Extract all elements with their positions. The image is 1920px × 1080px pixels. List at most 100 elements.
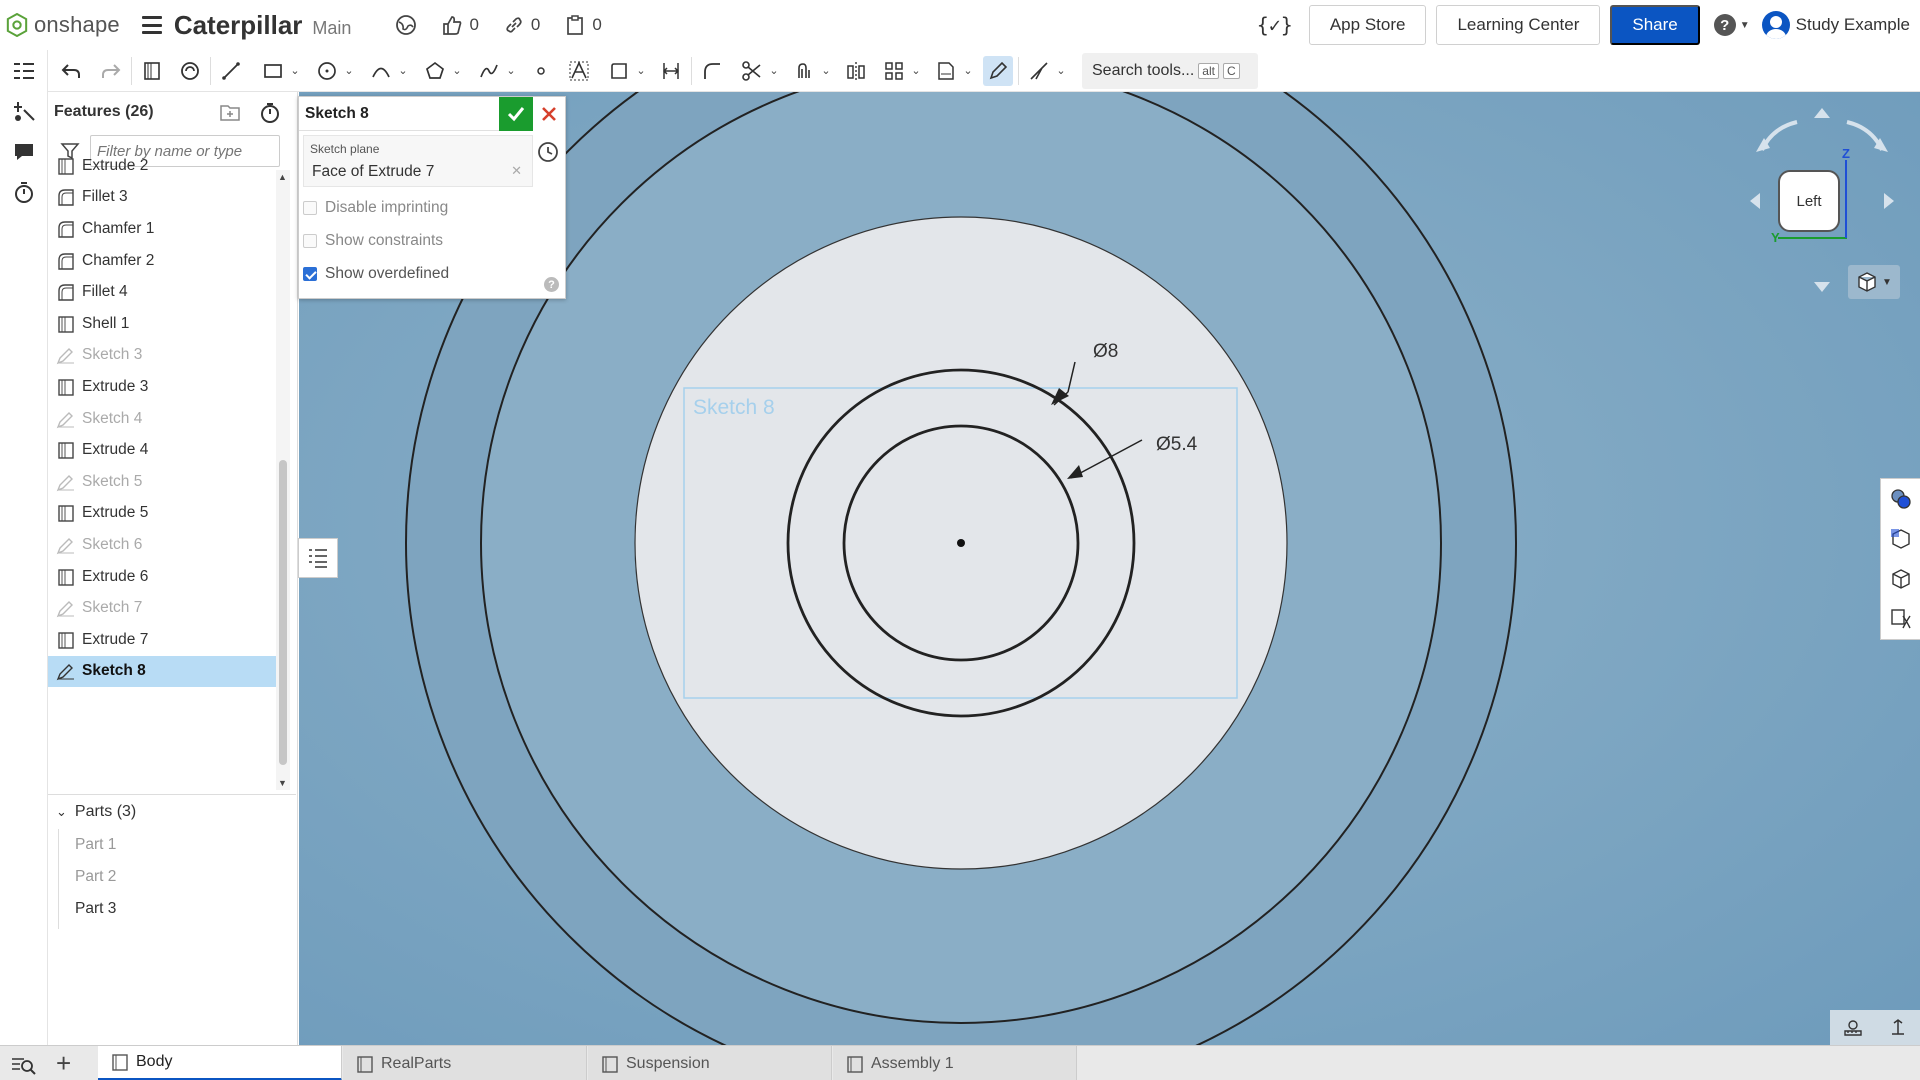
feature-item[interactable]: Sketch 6 (48, 529, 276, 561)
feature-item[interactable]: Sketch 4 (48, 403, 276, 435)
arc-tool-button[interactable] (366, 56, 396, 86)
line-tool-button[interactable] (216, 56, 246, 86)
user-menu[interactable]: Study Example (1761, 11, 1910, 39)
feature-item[interactable]: Extrude 2 (48, 150, 276, 182)
view-up-arrow-icon[interactable] (1814, 108, 1830, 118)
feature-list-toggle[interactable] (10, 58, 38, 86)
circle-dropdown-chevron-down-icon[interactable]: ⌄ (342, 64, 356, 77)
feature-item[interactable]: Extrude 6 (48, 561, 276, 593)
arc-dropdown-chevron-down-icon[interactable]: ⌄ (396, 64, 410, 77)
variables-panel-button[interactable] (1881, 599, 1920, 639)
constraints-tool-button[interactable] (1024, 56, 1054, 86)
part-item[interactable]: Part 1 (48, 829, 296, 861)
tab-body[interactable]: Body (98, 1046, 342, 1080)
polygon-tool-button[interactable] (420, 56, 450, 86)
search-tools-input[interactable]: Search tools... alt C (1082, 52, 1258, 89)
show-overdefined-checkbox[interactable] (303, 266, 317, 281)
onshape-logo[interactable]: onshape (6, 12, 120, 38)
trim-dropdown-chevron-down-icon[interactable]: ⌄ (767, 64, 781, 77)
sketch-plane-field[interactable]: Sketch plane Face of Extrude 7 ✕ (303, 135, 533, 187)
accept-button[interactable] (499, 97, 533, 131)
scroll-down-arrow-icon[interactable]: ▼ (278, 778, 287, 788)
disable-imprinting-checkbox[interactable] (303, 200, 317, 215)
clear-selection-close-icon[interactable]: ✕ (511, 163, 522, 179)
like-button[interactable]: 0 (441, 14, 479, 36)
dimension-tool-button[interactable] (656, 56, 686, 86)
feature-item[interactable]: Sketch 5 (48, 466, 276, 498)
offset-dropdown-chevron-down-icon[interactable]: ⌄ (819, 64, 833, 77)
history-toggle[interactable] (10, 178, 38, 206)
show-overdefined-option[interactable]: Show overdefined (299, 257, 565, 290)
construction-dropdown-chevron-down-icon[interactable]: ⌄ (634, 64, 648, 77)
sketch-center-point[interactable] (957, 539, 965, 547)
part-item[interactable]: Part 2 (48, 861, 296, 893)
offset-tool-button[interactable] (789, 56, 819, 86)
scroll-thumb[interactable] (279, 460, 287, 765)
app-store-button[interactable]: App Store (1308, 5, 1427, 45)
search-tabs-icon[interactable] (10, 1053, 36, 1075)
sketch-inference-button[interactable] (983, 55, 1013, 86)
help-icon[interactable]: ? (544, 277, 559, 292)
chevron-down-icon[interactable]: ▼ (1740, 20, 1750, 31)
comments-toggle[interactable] (10, 138, 38, 166)
dxf-import-button[interactable] (931, 56, 961, 86)
links-button[interactable]: 0 (503, 14, 540, 36)
feature-item[interactable]: Sketch 8 (48, 655, 276, 688)
copies-button[interactable]: 0 (564, 14, 602, 36)
branch-name[interactable]: Main (312, 18, 351, 39)
chevron-down-icon[interactable]: ▼ (1882, 277, 1892, 288)
ruler-icon[interactable] (1887, 1017, 1909, 1039)
circle-tool-button[interactable] (312, 56, 342, 86)
feature-item[interactable]: Extrude 3 (48, 371, 276, 403)
variables-icon[interactable]: {✓} (1257, 13, 1293, 37)
text-tool-button[interactable] (564, 56, 594, 86)
import-dropdown-chevron-down-icon[interactable]: ⌄ (961, 64, 975, 77)
parts-header[interactable]: ⌄ Parts (3) (48, 795, 296, 829)
feature-list-scrollbar[interactable]: ▲ ▼ (276, 170, 290, 790)
show-constraints-option[interactable]: Show constraints (299, 224, 565, 257)
cancel-button[interactable] (533, 97, 565, 131)
add-tab-button[interactable]: + (56, 1049, 71, 1077)
polygon-dropdown-chevron-down-icon[interactable]: ⌄ (450, 64, 464, 77)
feature-item[interactable]: Extrude 7 (48, 624, 276, 656)
rollback-timer-icon[interactable] (259, 102, 281, 124)
pattern-dropdown-chevron-down-icon[interactable]: ⌄ (909, 64, 923, 77)
new-sketch-button[interactable] (137, 56, 167, 86)
share-button[interactable]: Share (1610, 5, 1700, 45)
mass-properties-button[interactable] (1881, 519, 1920, 559)
view-cube-face-left[interactable]: Left (1778, 170, 1840, 232)
help-icon[interactable]: ? (1713, 14, 1736, 36)
learning-center-button[interactable]: Learning Center (1436, 5, 1601, 45)
feature-item[interactable]: Extrude 5 (48, 498, 276, 530)
feature-item[interactable]: Sketch 3 (48, 340, 276, 372)
fillet-tool-button[interactable] (697, 56, 727, 86)
redo-button[interactable] (96, 56, 126, 86)
pattern-tool-button[interactable] (879, 56, 909, 86)
mirror-tool-button[interactable] (841, 56, 871, 86)
tab-assembly-1[interactable]: Assembly 1 (833, 1046, 1077, 1080)
tab-realparts[interactable]: RealParts (343, 1046, 587, 1080)
appearance-panel-button[interactable] (1881, 479, 1920, 519)
public-globe-icon[interactable] (395, 14, 417, 36)
show-constraints-checkbox[interactable] (303, 233, 317, 248)
rectangle-tool-button[interactable] (258, 56, 288, 86)
constraints-dropdown-chevron-down-icon[interactable]: ⌄ (1054, 64, 1068, 77)
point-tool-button[interactable] (526, 56, 556, 86)
view-left-arrow-icon[interactable] (1750, 193, 1760, 209)
add-feature-toggle[interactable] (10, 98, 38, 126)
feature-item[interactable]: Fillet 3 (48, 182, 276, 214)
feature-item[interactable]: Chamfer 1 (48, 213, 276, 245)
chevron-down-icon[interactable]: ⌄ (56, 804, 67, 820)
view-down-arrow-icon[interactable] (1814, 282, 1830, 292)
disable-imprinting-option[interactable]: Disable imprinting (299, 191, 565, 224)
trim-tool-button[interactable] (737, 56, 767, 86)
view-options-button[interactable]: ▼ (1848, 265, 1900, 299)
view-right-arrow-icon[interactable] (1884, 193, 1894, 209)
feature-item[interactable]: Sketch 7 (48, 592, 276, 624)
sketch-list-toggle[interactable] (298, 538, 338, 578)
feature-item[interactable]: Extrude 4 (48, 434, 276, 466)
undo-button[interactable] (56, 56, 86, 86)
use-button[interactable] (175, 56, 205, 86)
scroll-up-arrow-icon[interactable]: ▲ (278, 172, 287, 182)
history-icon[interactable] (537, 141, 559, 163)
